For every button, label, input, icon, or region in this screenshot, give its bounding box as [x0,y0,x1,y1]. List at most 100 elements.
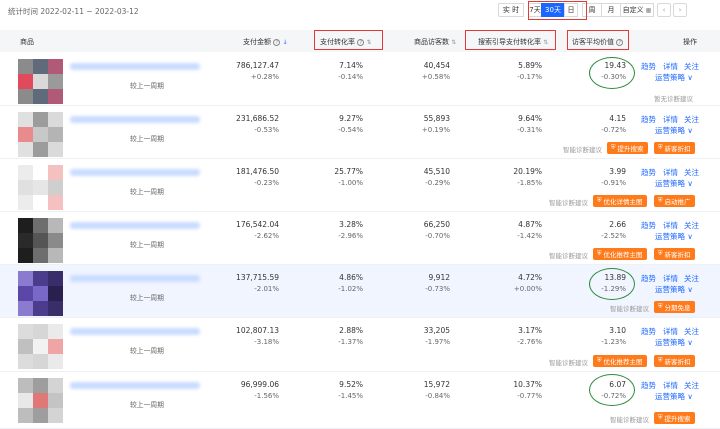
suggestion-button-label: 分期免息 [664,304,691,312]
detail-link[interactable]: 详情 [663,114,678,125]
pay-conv-value: 2.88% [339,326,363,335]
col-search-conv[interactable]: 搜索引导支付转化率 ⇅ [478,37,548,47]
visitors-change: -0.84% [425,392,450,400]
trend-link[interactable]: 趋势 [641,380,656,391]
ops-strategy-dropdown[interactable]: 运营策略 ∨ [655,337,693,348]
range-month-button[interactable]: 月 [601,3,621,17]
detail-link[interactable]: 详情 [663,326,678,337]
product-title-redacted[interactable] [70,275,200,282]
follow-link[interactable]: 关注 [684,380,699,391]
range-week-button[interactable]: 周 [582,3,602,17]
follow-link[interactable]: 关注 [684,326,699,337]
product-thumbnail[interactable] [18,59,63,104]
follow-link[interactable]: 关注 [684,61,699,72]
product-thumbnail[interactable] [18,165,63,210]
trend-link[interactable]: 趋势 [641,273,656,284]
compare-label: 较上一周期 [130,401,164,409]
sort-desc-icon: ↓ [282,39,288,46]
trend-link[interactable]: 趋势 [641,220,656,231]
suggestion-button[interactable]: ⛨ 新客折扣 [654,142,695,154]
suggestion-button[interactable]: ⛨ 优化详情主图 [593,195,647,207]
search-conv-change: -0.31% [517,126,542,134]
search-conv-value: 4.72% [518,273,542,282]
date-range-label: 统计时间 2022-02-11 ~ 2022-03-12 [8,7,139,16]
ops-strategy-label: 运营策略 [655,232,685,241]
pay-conv-value: 9.27% [339,114,363,123]
ops-strategy-dropdown[interactable]: 运营策略 ∨ [655,72,693,83]
product-title-redacted[interactable] [70,328,200,335]
diagnosis-label: 智能诊断建议 [549,359,588,367]
suggestion-button[interactable]: ⛨ 新客折扣 [654,355,695,367]
pay-conv-change: -1.37% [338,338,363,346]
follow-link[interactable]: 关注 [684,273,699,284]
diagnosis-label: 智能诊断建议 [610,416,649,424]
detail-link[interactable]: 详情 [663,273,678,284]
col-visitors[interactable]: 商品访客数 ⇅ [414,37,456,47]
chevron-down-icon: ∨ [687,232,693,241]
shield-icon: ⛨ [611,144,616,151]
diagnosis-label: 智能诊断建议 [549,199,588,207]
product-title-redacted[interactable] [70,169,200,176]
pay-conv-change: -1.02% [338,285,363,293]
table-row: 较上一周期 786,127.47 +0.28% 7.14% -0.14% 40,454 +0… [0,53,720,106]
suggestion-button[interactable]: ⛨ 分期免息 [654,301,695,313]
product-thumbnail[interactable] [18,324,63,369]
detail-link[interactable]: 详情 [663,220,678,231]
table-row: 较上一周期 176,542.04 -2.62% 3.28% -2.96% 66,250 -0… [0,212,720,265]
product-thumbnail[interactable] [18,271,63,316]
trend-link[interactable]: 趋势 [641,167,656,178]
range-custom-button[interactable]: 自定义 ▦ [620,3,654,17]
ops-strategy-label: 运营策略 [655,179,685,188]
col-pay-conv[interactable]: 支付转化率 ? ⇅ [320,37,372,47]
suggestion-button[interactable]: ⛨ 优化推荐主图 [593,248,647,260]
pay-amount-value: 231,686.52 [236,114,279,123]
avg-value-change: -1.23% [601,338,626,346]
product-title-redacted[interactable] [70,222,200,229]
chevron-left-icon[interactable]: ‹ [657,3,671,17]
pay-amount-value: 176,542.04 [236,220,279,229]
chevron-right-icon[interactable]: › [673,3,687,17]
visitors-value: 40,454 [423,61,450,70]
shield-icon: ⛨ [658,197,663,204]
product-title-redacted[interactable] [70,382,200,389]
product-thumbnail[interactable] [18,112,63,157]
range-30d-button[interactable]: 30天 [541,3,565,17]
suggestion-button[interactable]: ⛨ 启动推广 [654,195,695,207]
chevron-down-icon: ∨ [687,73,693,82]
suggestion-button[interactable]: ⛨ 优化推荐主图 [593,355,647,367]
col-avg-value[interactable]: 访客平均价值 ? [572,37,624,47]
suggestion-button-label: 优化推荐主图 [603,358,643,366]
detail-link[interactable]: 详情 [663,380,678,391]
ops-strategy-dropdown[interactable]: 运营策略 ∨ [655,125,693,136]
detail-link[interactable]: 详情 [663,167,678,178]
range-7d-button[interactable]: 7天 [528,3,542,17]
follow-link[interactable]: 关注 [684,167,699,178]
product-title-redacted[interactable] [70,116,200,123]
detail-link[interactable]: 详情 [663,61,678,72]
suggestion-button[interactable]: ⛨ 提升搜索 [607,142,648,154]
col-pay-amount[interactable]: 支付金额 ? ↓ [243,37,288,47]
range-realtime-button[interactable]: 实 时 [498,3,524,17]
suggestion-button[interactable]: ⛨ 新客折扣 [654,248,695,260]
follow-link[interactable]: 关注 [684,114,699,125]
compare-label: 较上一周期 [130,294,164,302]
product-thumbnail[interactable] [18,378,63,423]
no-diagnosis-label: 暂无诊断建议 [654,95,693,103]
ops-strategy-dropdown[interactable]: 运营策略 ∨ [655,231,693,242]
range-day-button[interactable]: 日 [564,3,578,17]
avg-value-change: -0.30% [601,73,626,81]
pay-conv-change: -2.96% [338,232,363,240]
follow-link[interactable]: 关注 [684,220,699,231]
trend-link[interactable]: 趋势 [641,61,656,72]
ops-strategy-dropdown[interactable]: 运营策略 ∨ [655,178,693,189]
trend-link[interactable]: 趋势 [641,326,656,337]
suggestion-button-label: 优化推荐主图 [603,251,643,259]
trend-link[interactable]: 趋势 [641,114,656,125]
pay-conv-value: 9.52% [339,380,363,389]
ops-strategy-dropdown[interactable]: 运营策略 ∨ [655,391,693,402]
pay-amount-value: 181,476.50 [236,167,279,176]
product-title-redacted[interactable] [70,63,200,70]
ops-strategy-dropdown[interactable]: 运营策略 ∨ [655,284,693,295]
product-thumbnail[interactable] [18,218,63,263]
suggestion-button[interactable]: ⛨ 提升搜索 [654,412,695,424]
